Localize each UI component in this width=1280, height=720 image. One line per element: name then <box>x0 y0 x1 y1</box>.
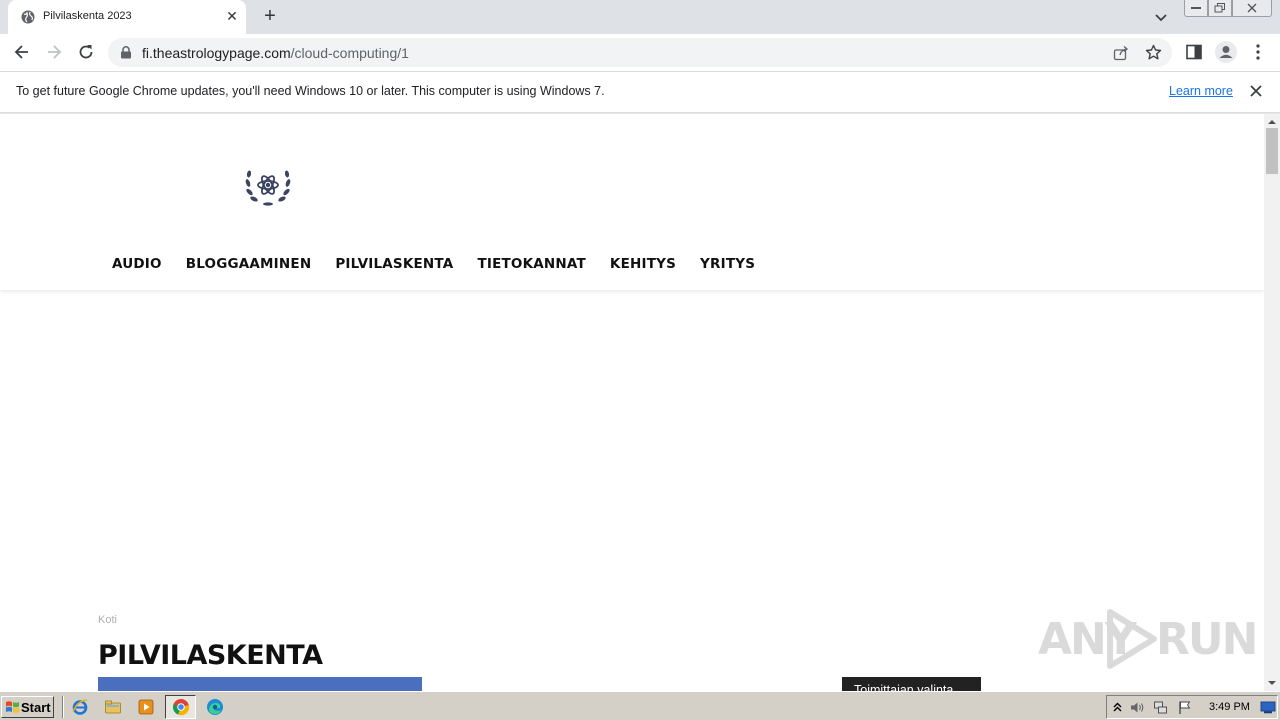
bookmark-star-icon[interactable] <box>1145 44 1162 61</box>
tab-strip: Pilvilaskenta 2023 ✕ + <box>0 0 1280 34</box>
nav-item-pilvilaskenta[interactable]: PILVILASKENTA <box>335 256 453 272</box>
forward-arrow-icon[interactable] <box>44 42 64 62</box>
network-icon[interactable] <box>1153 700 1168 715</box>
update-infobar: To get future Google Chrome updates, you… <box>0 72 1280 113</box>
play-triangle-icon <box>1107 609 1157 669</box>
file-explorer-icon[interactable] <box>104 698 122 716</box>
nav-item-bloggaaminen[interactable]: BLOGGAAMINEN <box>186 256 312 272</box>
watermark-text-run: RUN <box>1156 614 1258 665</box>
edge-icon[interactable] <box>206 698 224 716</box>
chevron-down-icon[interactable] <box>1152 8 1170 26</box>
scrollbar-thumb[interactable] <box>1266 128 1278 174</box>
side-panel-icon[interactable] <box>1186 44 1202 60</box>
atom-laurel-logo[interactable] <box>243 163 293 208</box>
close-icon <box>1247 3 1257 13</box>
new-tab-icon[interactable]: + <box>260 6 280 26</box>
window-restore-button[interactable] <box>1208 0 1232 17</box>
browser-toolbar: fi.theastrologypage.com/cloud-computing/… <box>0 34 1280 72</box>
media-player-icon[interactable] <box>137 698 155 716</box>
system-tray: 3:49 PM <box>1106 695 1278 719</box>
url-text[interactable]: fi.theastrologypage.com/cloud-computing/… <box>142 45 409 61</box>
url-host: fi.theastrologypage.com <box>142 45 291 61</box>
url-path: /cloud-computing/1 <box>290 45 409 61</box>
vertical-scrollbar[interactable] <box>1264 114 1280 691</box>
tab-close-icon[interactable]: ✕ <box>224 8 240 24</box>
minimize-icon <box>1191 7 1201 9</box>
start-button[interactable]: Start <box>1 696 54 718</box>
share-icon[interactable] <box>1113 45 1129 61</box>
taskbar-separator <box>62 696 64 718</box>
main-navigation: AUDIO BLOGGAAMINEN PILVILASKENTA TIETOKANNA… <box>112 255 779 275</box>
globe-icon <box>21 10 35 24</box>
tab-title: Pilvilaskenta 2023 <box>43 10 132 22</box>
window-minimize-button[interactable] <box>1184 0 1208 17</box>
infobar-message: To get future Google Chrome updates, you… <box>16 84 605 98</box>
window-close-button[interactable] <box>1232 0 1272 17</box>
reload-icon[interactable] <box>76 42 96 62</box>
show-desktop-icon[interactable] <box>1260 701 1276 714</box>
browser-tab[interactable]: Pilvilaskenta 2023 ✕ <box>8 0 246 34</box>
restore-icon <box>1214 3 1225 13</box>
learn-more-link[interactable]: Learn more <box>1169 84 1233 98</box>
anyrun-watermark: ANY RUN <box>1038 608 1258 670</box>
editors-pick-badge: Toimittajan valinta <box>842 677 981 691</box>
breadcrumb-home-link[interactable]: Koti <box>98 614 117 626</box>
internet-explorer-icon[interactable] <box>71 698 89 716</box>
infobar-close-icon[interactable] <box>1248 83 1264 99</box>
scroll-down-arrow-icon[interactable] <box>1264 677 1280 689</box>
taskbar-clock[interactable]: 3:49 PM <box>1209 701 1250 713</box>
chrome-icon[interactable] <box>172 698 190 716</box>
site-header: AUDIO BLOGGAAMINEN PILVILASKENTA TIETOKANNA… <box>0 114 1264 290</box>
address-bar[interactable]: fi.theastrologypage.com/cloud-computing/… <box>108 38 1172 67</box>
scroll-up-arrow-icon[interactable] <box>1264 116 1280 128</box>
profile-avatar[interactable] <box>1215 41 1237 63</box>
volume-icon[interactable] <box>1129 700 1144 715</box>
nav-item-audio[interactable]: AUDIO <box>112 256 162 272</box>
taskbar-chrome-active[interactable] <box>165 695 196 719</box>
back-arrow-icon[interactable] <box>12 42 32 62</box>
kebab-menu-icon[interactable] <box>1250 43 1266 61</box>
page-title: PILVILASKENTA <box>98 640 323 671</box>
windows-logo-icon <box>6 701 19 713</box>
start-label: Start <box>21 700 51 715</box>
action-center-flag-icon[interactable] <box>1177 700 1192 715</box>
featured-article-image[interactable] <box>98 677 422 691</box>
nav-item-kehitys[interactable]: KEHITYS <box>610 256 676 272</box>
person-icon <box>1219 46 1233 58</box>
lock-icon[interactable] <box>120 46 132 59</box>
show-hidden-icons-icon[interactable] <box>1110 700 1125 715</box>
windows-taskbar: Start 3:49 PM <box>0 691 1280 720</box>
nav-item-yritys[interactable]: YRITYS <box>700 256 755 272</box>
page-viewport: AUDIO BLOGGAAMINEN PILVILASKENTA TIETOKANNA… <box>0 114 1264 691</box>
nav-item-tietokannat[interactable]: TIETOKANNAT <box>477 256 585 272</box>
